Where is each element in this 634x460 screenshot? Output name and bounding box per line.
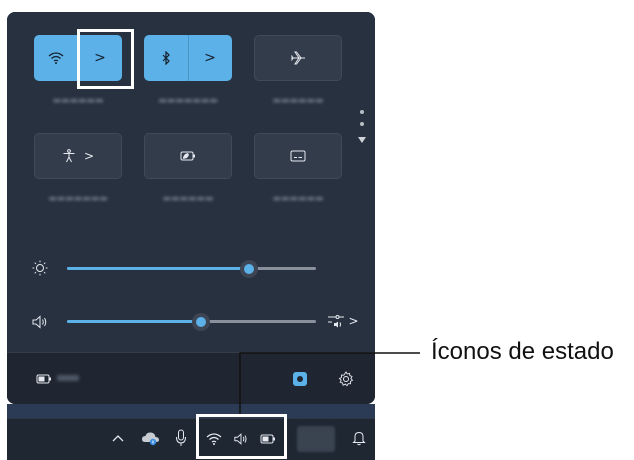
callout-label: Íconos de estado <box>431 338 614 365</box>
callout-line <box>239 352 420 414</box>
